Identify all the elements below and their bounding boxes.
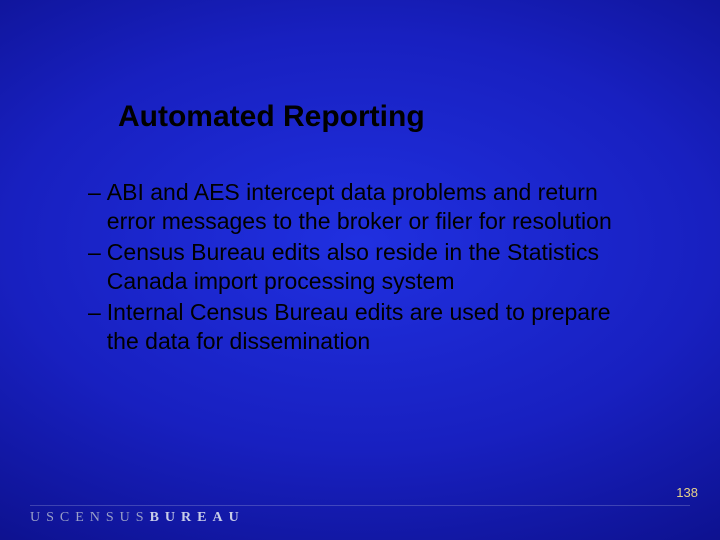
bullet-item: – ABI and AES intercept data problems an… [88, 178, 648, 236]
page-number: 138 [676, 485, 698, 500]
bullet-dash: – [88, 238, 107, 296]
footer-logo: USCENSUSBUREAU [30, 510, 245, 526]
bullet-text: Census Bureau edits also reside in the S… [107, 238, 648, 296]
slide: Automated Reporting – ABI and AES interc… [0, 0, 720, 540]
footer-divider [30, 505, 690, 506]
bullet-item: – Census Bureau edits also reside in the… [88, 238, 648, 296]
footer-org-part1: USCENSUS [30, 510, 150, 525]
slide-body: – ABI and AES intercept data problems an… [88, 178, 648, 358]
bullet-text: ABI and AES intercept data problems and … [107, 178, 648, 236]
footer-org-part2: BUREAU [150, 510, 245, 525]
bullet-item: – Internal Census Bureau edits are used … [88, 298, 648, 356]
slide-title: Automated Reporting [118, 100, 425, 134]
bullet-dash: – [88, 178, 107, 236]
bullet-dash: – [88, 298, 107, 356]
bullet-text: Internal Census Bureau edits are used to… [107, 298, 648, 356]
